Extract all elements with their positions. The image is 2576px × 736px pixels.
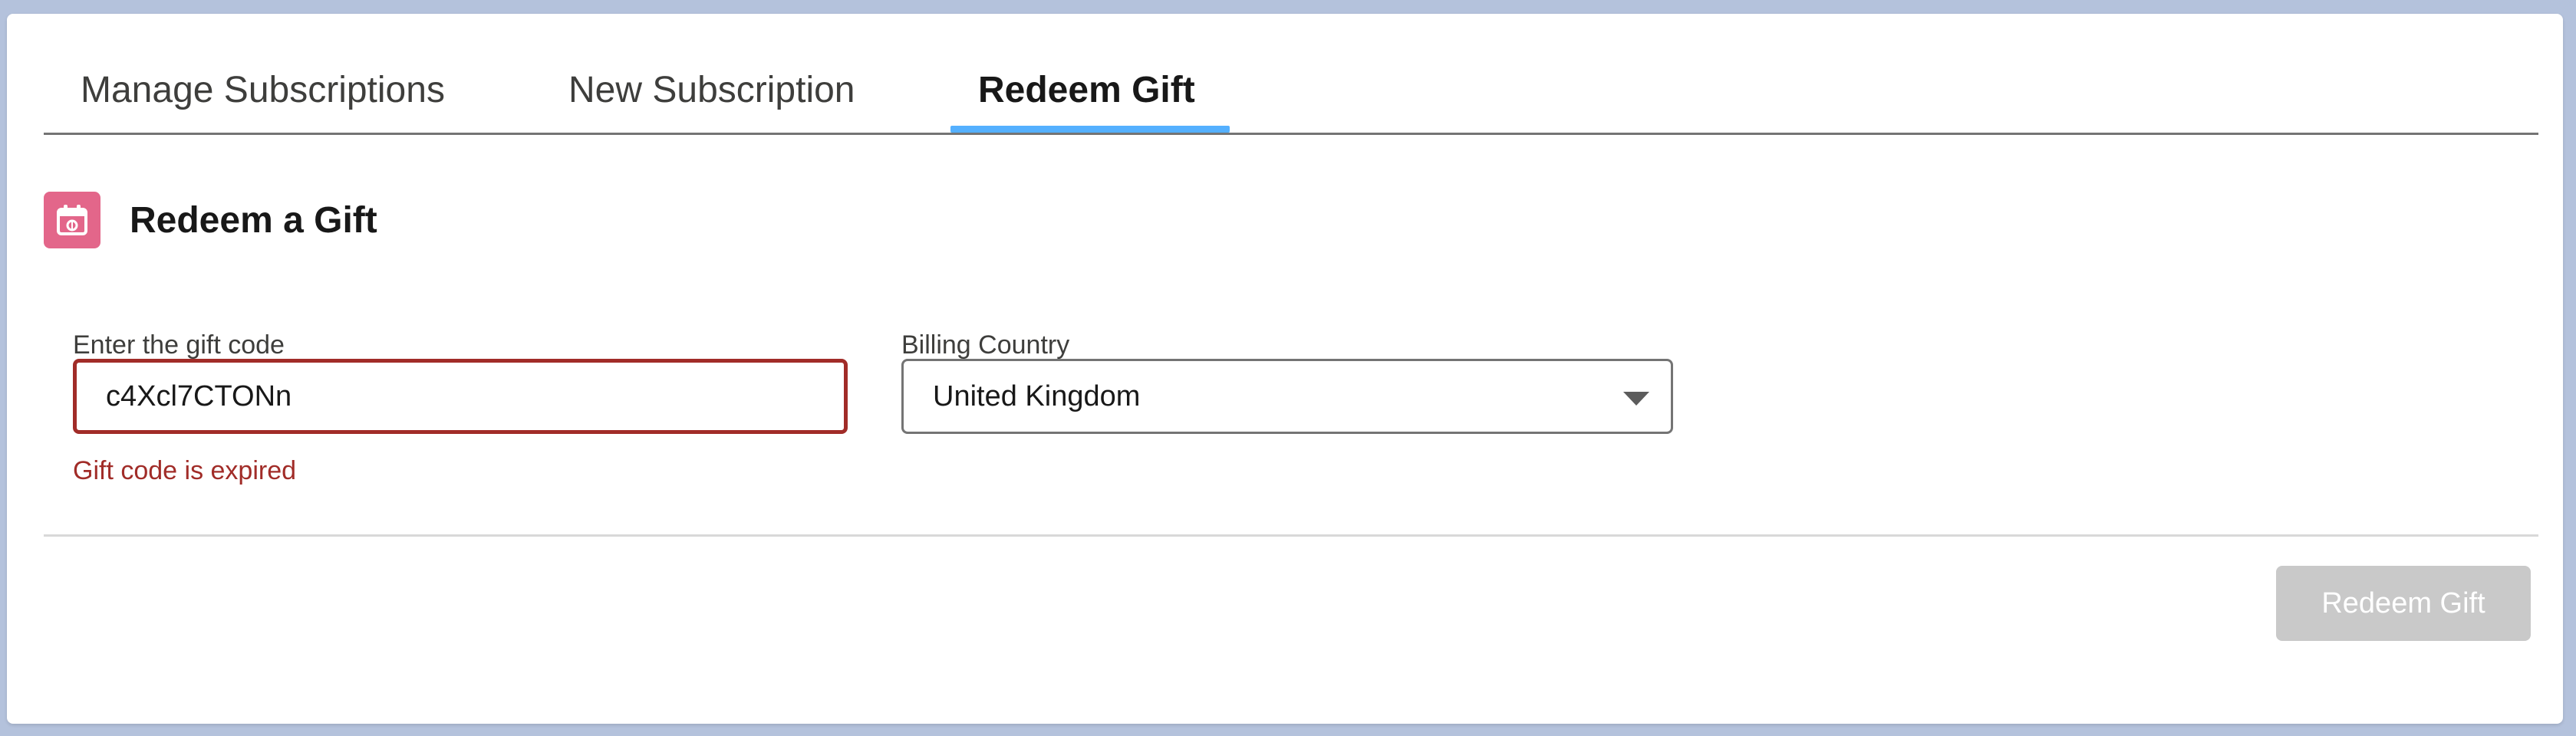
gift-code-input[interactable]: c4Xcl7CTONn (73, 359, 848, 434)
chevron-down-icon (1623, 392, 1649, 406)
billing-country-select[interactable]: United Kingdom (901, 359, 1673, 434)
tab-bar: Manage Subscriptions New Subscription Re… (44, 14, 2538, 135)
section-title: Redeem a Gift (130, 200, 377, 241)
gift-calendar-icon (44, 192, 100, 248)
active-tab-indicator (950, 126, 1230, 133)
gift-code-error-message: Gift code is expired (73, 456, 297, 485)
tab-new-subscription[interactable]: New Subscription (568, 14, 855, 133)
tab-manage-subscriptions[interactable]: Manage Subscriptions (81, 14, 445, 133)
tab-redeem-gift[interactable]: Redeem Gift (978, 14, 1195, 133)
redeem-gift-card: Manage Subscriptions New Subscription Re… (7, 14, 2563, 724)
billing-country-label: Billing Country (901, 330, 1070, 360)
redeem-gift-button[interactable]: Redeem Gift (2276, 566, 2531, 641)
gift-code-label: Enter the gift code (73, 330, 285, 360)
divider (44, 534, 2538, 537)
billing-country-value: United Kingdom (933, 380, 1141, 412)
